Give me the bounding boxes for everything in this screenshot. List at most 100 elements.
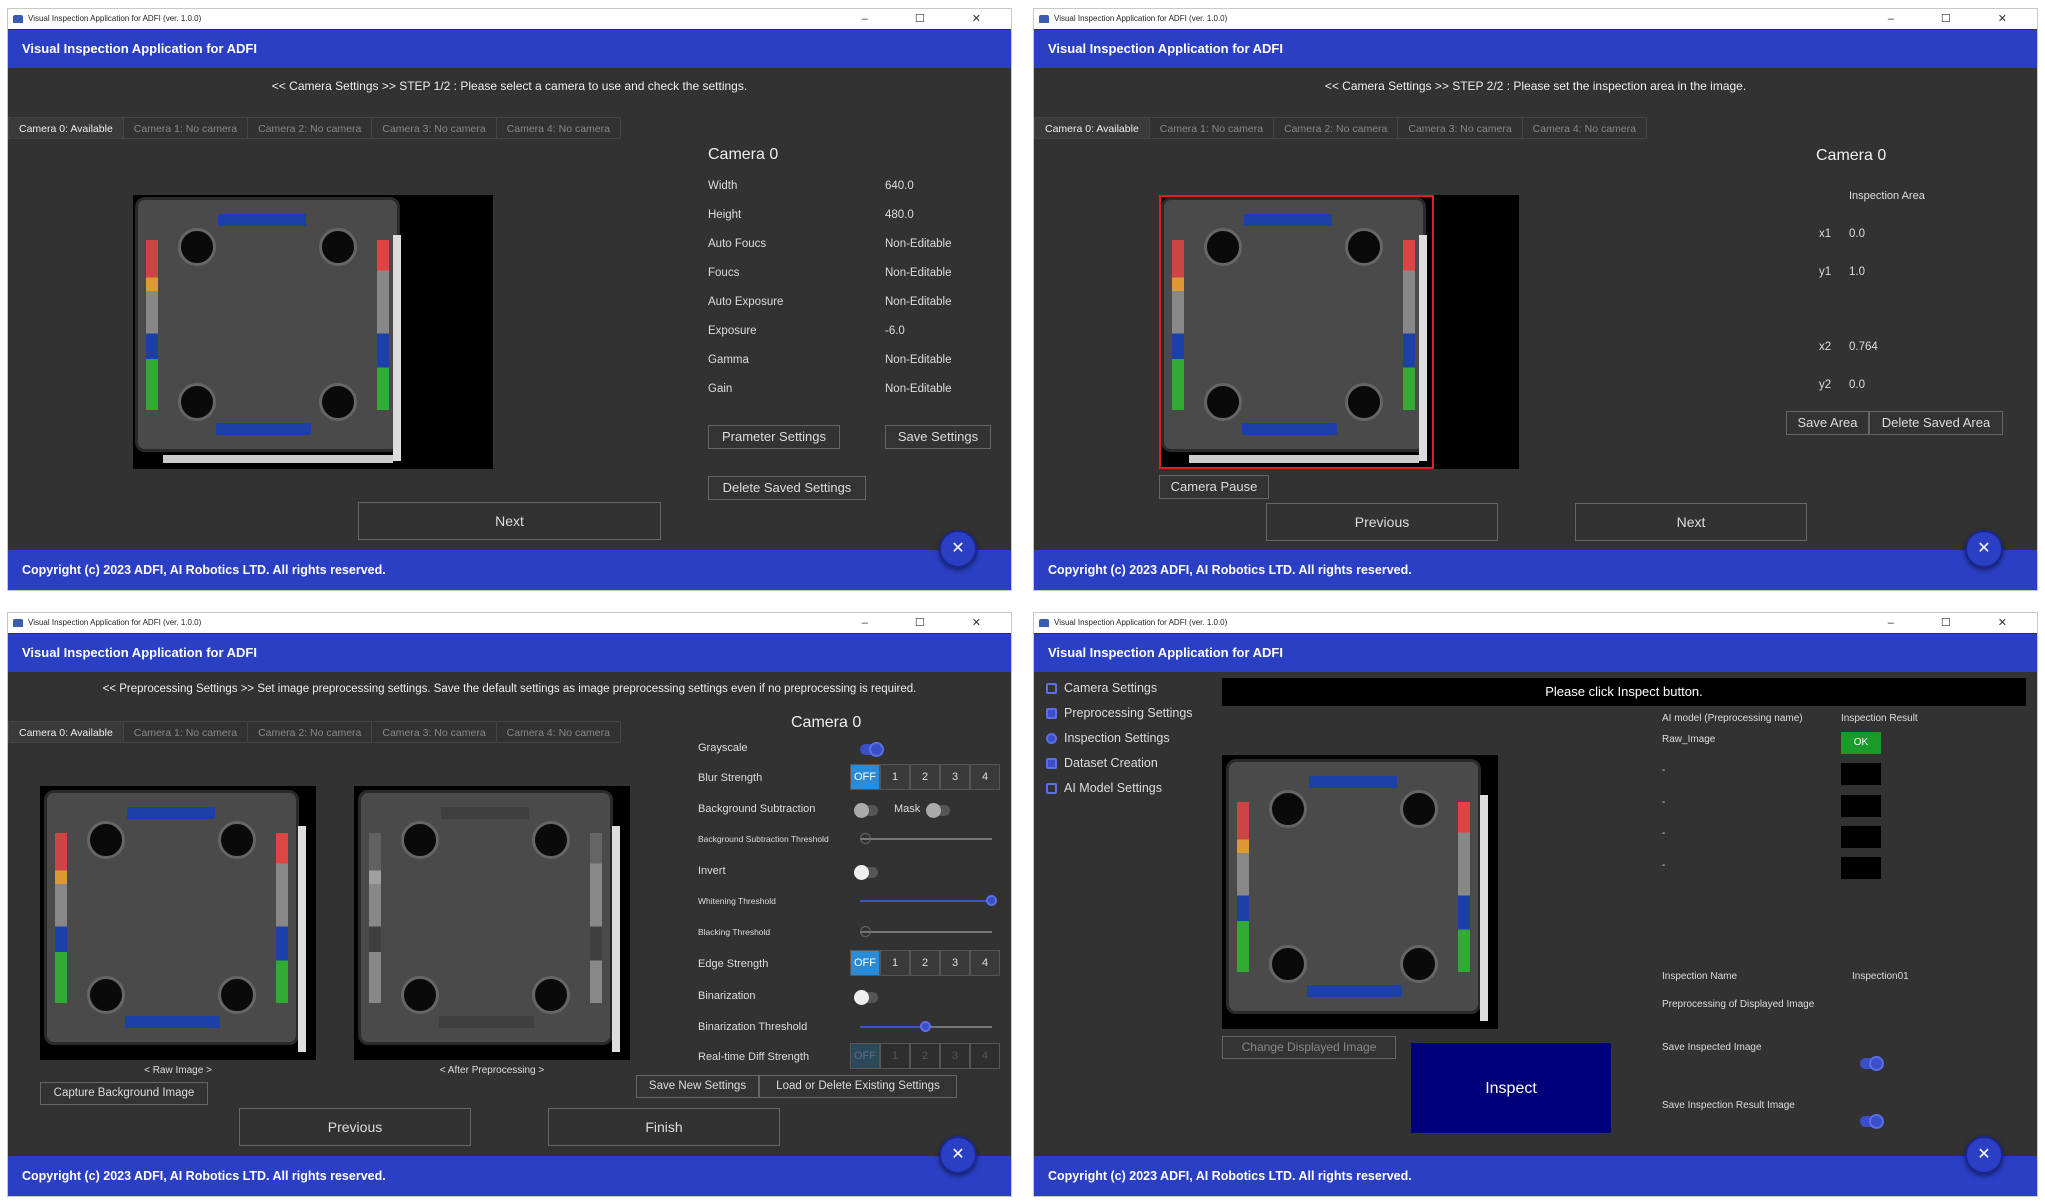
close-icon[interactable]: ✕ — [939, 530, 977, 568]
menu-ai-model-settings[interactable]: AI Model Settings — [1044, 776, 1193, 801]
tab-camera-3[interactable]: Camera 3: No camera — [1398, 117, 1523, 139]
window-controls[interactable]: – ☐ ✕ — [862, 613, 1003, 633]
tab-camera-0[interactable]: Camera 0: Available — [1034, 117, 1150, 139]
edge-2[interactable]: 2 — [910, 950, 940, 976]
edge-off[interactable]: OFF — [850, 950, 880, 976]
app-header: Visual Inspection Application for ADFI — [8, 634, 1011, 672]
delete-saved-settings-button[interactable]: Delete Saved Settings — [708, 476, 866, 500]
app-footer: Copyright (c) 2023 ADFI, AI Robotics LTD… — [1034, 550, 2037, 590]
window-controls[interactable]: – ☐ ✕ — [862, 9, 1003, 29]
board-image — [358, 790, 613, 1045]
close-icon[interactable]: ✕ — [1965, 530, 2003, 568]
edge-1[interactable]: 1 — [880, 950, 910, 976]
binarization-label: Binarization — [698, 990, 756, 1002]
tab-camera-1[interactable]: Camera 1: No camera — [123, 117, 249, 139]
step-instruction: << Camera Settings >> STEP 2/2 : Please … — [1324, 79, 1747, 93]
menu-dataset-creation[interactable]: Dataset Creation — [1044, 751, 1193, 776]
edge-3[interactable]: 3 — [940, 950, 970, 976]
binarization-thumb[interactable] — [920, 1021, 931, 1032]
tab-camera-4[interactable]: Camera 4: No camera — [1522, 117, 1647, 139]
blur-4[interactable]: 4 — [970, 764, 1000, 790]
capture-background-button[interactable]: Capture Background Image — [40, 1082, 208, 1105]
save-inspected-image-toggle[interactable] — [1860, 1056, 1884, 1071]
app-header: Visual Inspection Application for ADFI — [1034, 634, 2037, 672]
whitening-threshold-slider[interactable] — [860, 895, 997, 906]
window-title: Visual Inspection Application for ADFI (… — [1054, 14, 1228, 23]
window-controls[interactable]: – ☐ ✕ — [1888, 9, 2029, 29]
blur-3[interactable]: 3 — [940, 764, 970, 790]
mask-label: Mask — [894, 803, 921, 815]
window-titlebar: Visual Inspection Application for ADFI (… — [1034, 9, 2037, 29]
whitening-threshold-label: Whitening Threshold — [698, 896, 776, 906]
save-result-image-toggle[interactable] — [1860, 1114, 1884, 1129]
bg-sub-threshold-slider[interactable] — [860, 833, 992, 844]
blur-1[interactable]: 1 — [880, 764, 910, 790]
result-box — [1841, 857, 1881, 879]
tab-camera-4[interactable]: Camera 4: No camera — [496, 117, 621, 139]
blacking-threshold-slider[interactable] — [860, 926, 992, 937]
inspect-button[interactable]: Inspect — [1411, 1043, 1611, 1133]
col-ai-model: AI model (Preprocessing name) — [1662, 713, 1803, 724]
blur-2[interactable]: 2 — [910, 764, 940, 790]
tab-camera-0[interactable]: Camera 0: Available — [8, 721, 124, 743]
tab-camera-2[interactable]: Camera 2: No camera — [1274, 117, 1399, 139]
tab-camera-2[interactable]: Camera 2: No camera — [248, 117, 373, 139]
setting-value: Non-Editable — [885, 383, 952, 395]
result-ok-badge: OK — [1841, 732, 1881, 754]
invert-toggle[interactable] — [854, 865, 878, 880]
result-box — [1841, 763, 1881, 785]
mask-toggle[interactable] — [926, 803, 950, 818]
camera-pause-button[interactable]: Camera Pause — [1159, 475, 1269, 499]
tab-camera-3[interactable]: Camera 3: No camera — [372, 117, 497, 139]
blur-off[interactable]: OFF — [850, 764, 880, 790]
edge-strength-selector[interactable]: OFF 1 2 3 4 — [850, 950, 1000, 976]
inspection-area-header: Inspection Area — [1849, 190, 1925, 202]
menu-label: Inspection Settings — [1064, 731, 1170, 745]
app-footer: Copyright (c) 2023 ADFI, AI Robotics LTD… — [1034, 1156, 2037, 1196]
load-delete-settings-button[interactable]: Load or Delete Existing Settings — [759, 1075, 957, 1098]
window-titlebar: Visual Inspection Application for ADFI (… — [8, 9, 1011, 29]
binarization-toggle[interactable] — [854, 990, 878, 1005]
binarization-threshold-label: Binarization Threshold — [698, 1021, 808, 1033]
next-button[interactable]: Next — [358, 502, 661, 540]
save-new-settings-button[interactable]: Save New Settings — [636, 1075, 759, 1098]
inspection-area-rect[interactable] — [1159, 195, 1434, 469]
grayscale-toggle[interactable] — [860, 742, 884, 757]
close-icon[interactable]: ✕ — [939, 1136, 977, 1174]
previous-button[interactable]: Previous — [239, 1108, 471, 1146]
tab-camera-0[interactable]: Camera 0: Available — [8, 117, 124, 139]
menu-label: Camera Settings — [1064, 681, 1158, 695]
app-icon — [1039, 619, 1049, 627]
close-icon[interactable]: ✕ — [1965, 1136, 2003, 1174]
save-area-button[interactable]: Save Area — [1786, 411, 1869, 435]
tab-camera-2[interactable]: Camera 2: No camera — [248, 721, 373, 743]
row-model-2: - — [1662, 797, 1666, 808]
parameter-settings-button[interactable]: Prameter Settings — [708, 425, 840, 449]
edge-4[interactable]: 4 — [970, 950, 1000, 976]
board-image — [1226, 759, 1481, 1014]
tab-camera-3[interactable]: Camera 3: No camera — [372, 721, 497, 743]
next-button[interactable]: Next — [1575, 503, 1807, 541]
menu-camera-settings[interactable]: Camera Settings — [1044, 676, 1193, 701]
blur-strength-selector[interactable]: OFF 1 2 3 4 — [850, 764, 1000, 790]
background-subtraction-toggle[interactable] — [854, 803, 878, 818]
window-controls[interactable]: – ☐ ✕ — [1888, 613, 2029, 633]
camera-title: Camera 0 — [791, 714, 862, 731]
dataset-icon — [1046, 758, 1057, 769]
finish-button[interactable]: Finish — [548, 1108, 780, 1146]
tab-camera-1[interactable]: Camera 1: No camera — [123, 721, 249, 743]
realtime-diff-label: Real-time Diff Strength — [698, 1051, 810, 1063]
change-displayed-image-button[interactable]: Change Displayed Image — [1222, 1036, 1396, 1059]
y1-label: y1 — [1819, 266, 1832, 278]
menu-preprocessing-settings[interactable]: Preprocessing Settings — [1044, 701, 1193, 726]
menu-inspection-settings[interactable]: Inspection Settings — [1044, 726, 1193, 751]
save-settings-button[interactable]: Save Settings — [885, 425, 991, 449]
background-subtraction-label: Background Subtraction — [698, 803, 816, 815]
tab-camera-4[interactable]: Camera 4: No camera — [496, 721, 621, 743]
delete-saved-area-button[interactable]: Delete Saved Area — [1869, 411, 2003, 435]
whitening-thumb[interactable] — [986, 895, 997, 906]
previous-button[interactable]: Previous — [1266, 503, 1498, 541]
tab-camera-1[interactable]: Camera 1: No camera — [1149, 117, 1275, 139]
binarization-threshold-slider[interactable] — [860, 1021, 992, 1032]
setting-label: Auto Exposure — [708, 296, 784, 308]
